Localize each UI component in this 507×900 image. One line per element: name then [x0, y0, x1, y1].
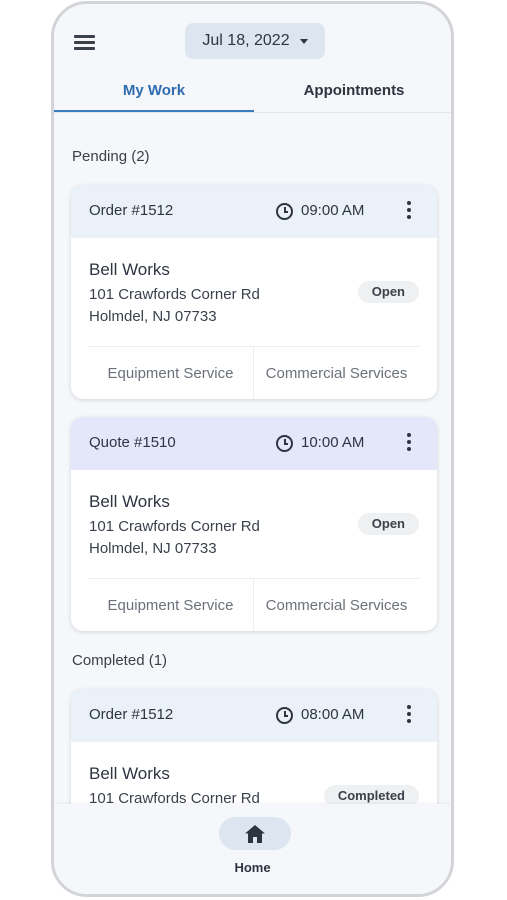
clock-icon [276, 707, 293, 724]
address-line-2: Holmdel, NJ 07733 [89, 540, 217, 557]
card-header: Order #1512 08:00 AM [71, 689, 437, 742]
customer-name: Bell Works [89, 492, 170, 511]
customer-name: Bell Works [89, 764, 170, 783]
home-icon [245, 825, 265, 843]
section-completed: Completed (1) [72, 652, 168, 669]
commercial-services-link[interactable]: Commercial Services [253, 365, 420, 382]
date-picker-button[interactable]: Jul 18, 2022 [185, 23, 325, 59]
tab-divider [54, 112, 451, 113]
card-header: Order #1512 09:00 AM [71, 185, 437, 238]
equipment-service-link[interactable]: Equipment Service [88, 365, 253, 382]
clock-icon [276, 435, 293, 452]
card-time: 10:00 AM [301, 434, 365, 451]
bottom-navigation: Home [54, 804, 451, 894]
equipment-service-link[interactable]: Equipment Service [88, 597, 253, 614]
commercial-services-link[interactable]: Commercial Services [253, 597, 420, 614]
more-vertical-icon[interactable] [405, 433, 413, 455]
home-nav-button[interactable] [219, 817, 291, 850]
status-badge: Open [357, 281, 419, 303]
address-line-1: 101 Crawfords Corner Rd [89, 518, 260, 535]
work-card[interactable]: Order #1512 09:00 AM Bell Works 101 Craw… [71, 185, 437, 399]
tab-appointments[interactable]: Appointments [254, 82, 451, 99]
card-footer: Equipment Service Commercial Services [88, 346, 420, 399]
customer-name: Bell Works [89, 260, 170, 279]
card-body: Bell Works 101 Crawfords Corner Rd Holmd… [71, 238, 437, 346]
card-title: Quote #1510 [89, 434, 176, 451]
card-body: Bell Works 101 Crawfords Corner Rd Holmd… [71, 470, 437, 578]
date-label: Jul 18, 2022 [202, 32, 290, 49]
caret-down-icon [299, 38, 308, 44]
active-tab-indicator [54, 110, 254, 112]
top-bar: Jul 18, 2022 My Work Appointments [54, 4, 451, 116]
card-title: Order #1512 [89, 706, 174, 723]
work-card[interactable]: Quote #1510 10:00 AM Bell Works 101 Craw… [71, 417, 437, 631]
more-vertical-icon[interactable] [405, 201, 413, 223]
status-badge: Open [357, 513, 419, 535]
menu-icon[interactable] [74, 32, 98, 54]
card-footer: Equipment Service Commercial Services [88, 578, 420, 631]
address-line-2: Holmdel, NJ 07733 [89, 308, 217, 325]
section-pending: Pending (2) [72, 148, 150, 165]
home-nav-label[interactable]: Home [54, 860, 451, 875]
card-title: Order #1512 [89, 202, 174, 219]
more-vertical-icon[interactable] [405, 705, 413, 727]
phone-frame: Jul 18, 2022 My Work Appointments Pendin… [51, 1, 454, 897]
card-header: Quote #1510 10:00 AM [71, 417, 437, 470]
card-time: 08:00 AM [301, 706, 365, 723]
tab-my-work[interactable]: My Work [54, 82, 254, 99]
card-time: 09:00 AM [301, 202, 365, 219]
clock-icon [276, 203, 293, 220]
address-line-1: 101 Crawfords Corner Rd [89, 286, 260, 303]
